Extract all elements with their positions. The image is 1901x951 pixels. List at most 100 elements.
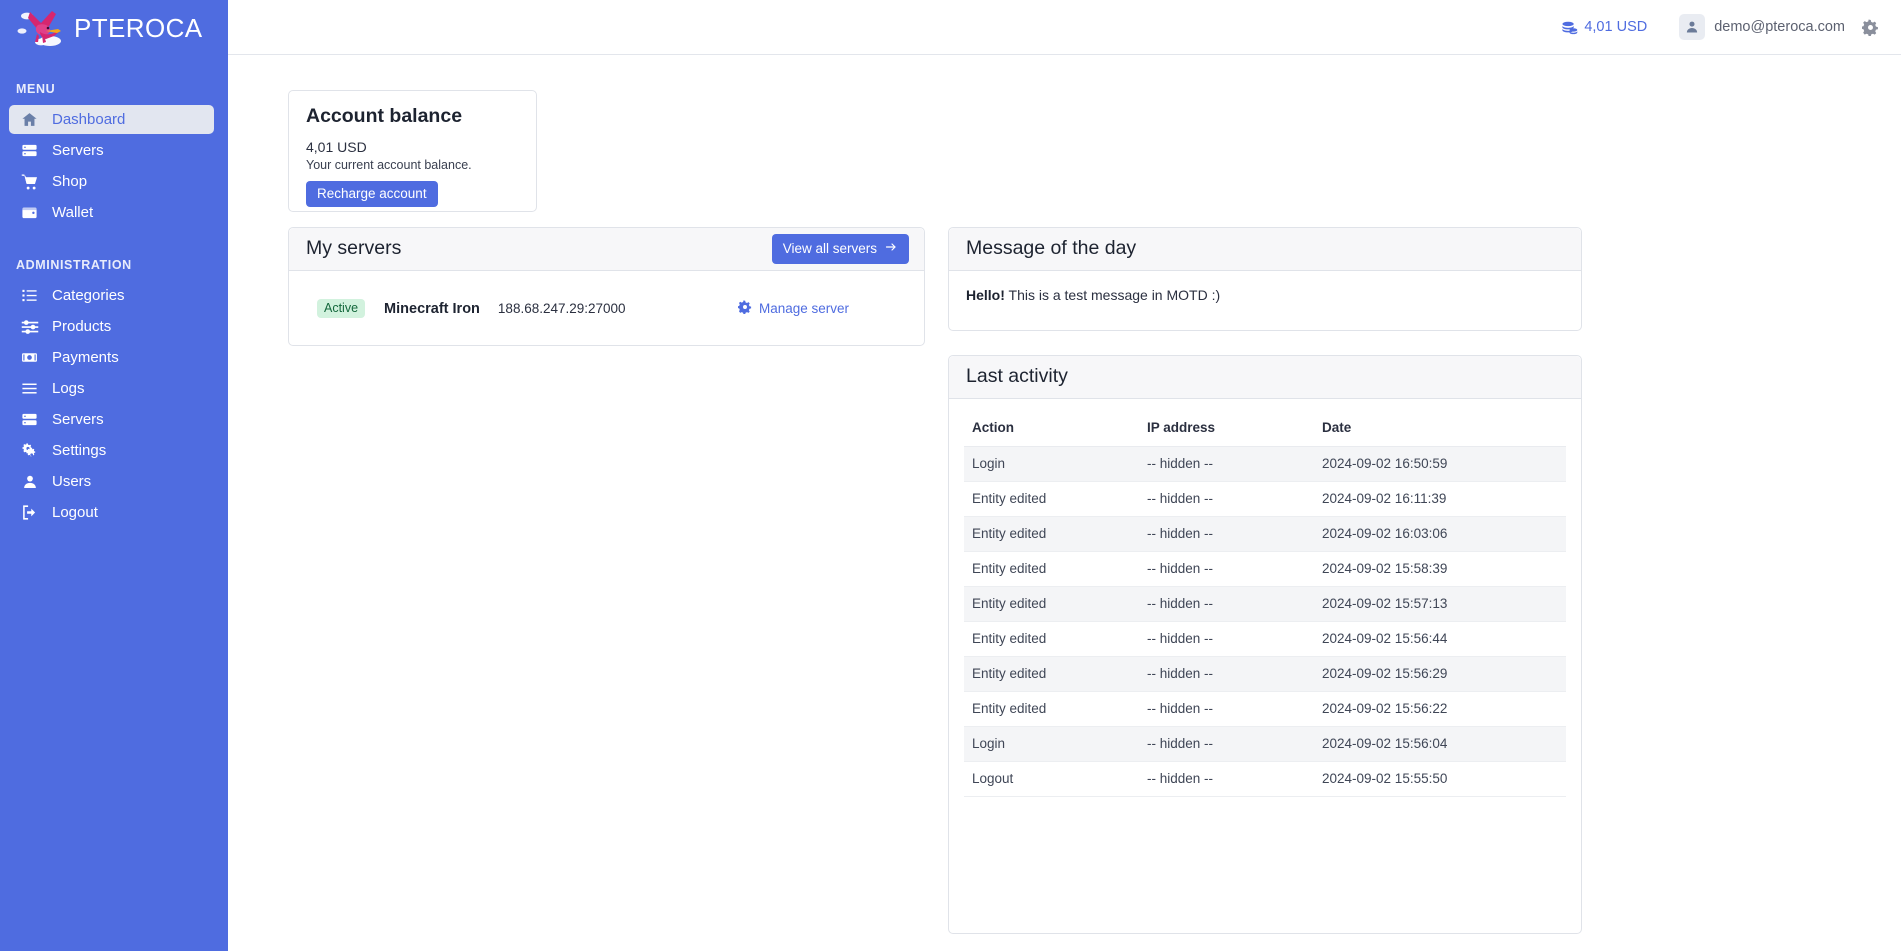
topbar-user[interactable]: demo@pteroca.com bbox=[1679, 14, 1845, 40]
sidebar-item-label: Shop bbox=[52, 173, 88, 190]
gear-icon[interactable] bbox=[1862, 18, 1879, 36]
gear-icon bbox=[737, 300, 752, 317]
sidebar-item-label: Wallet bbox=[52, 204, 94, 221]
motd-message-bold: Hello! bbox=[966, 287, 1005, 303]
sidebar-item-label: Logout bbox=[52, 504, 98, 521]
brand[interactable]: PTEROCA bbox=[0, 0, 228, 56]
server-icon bbox=[20, 410, 39, 429]
my-servers-card: My servers View all servers Active Minec… bbox=[288, 227, 925, 346]
table-row: Entity edited -- hidden -- 2024-09-02 16:0… bbox=[964, 516, 1566, 552]
sidebar-item-dashboard[interactable]: Dashboard bbox=[9, 105, 214, 134]
last-activity-title: Last activity bbox=[966, 365, 1068, 388]
cell-ip: -- hidden -- bbox=[1139, 586, 1314, 622]
sidebar-item-logs[interactable]: Logs bbox=[9, 374, 214, 403]
coins-icon bbox=[1561, 19, 1578, 36]
cell-action: Entity edited bbox=[964, 481, 1139, 517]
account-balance-card: Account balance 4,01 USD Your current ac… bbox=[288, 90, 537, 212]
status-badge: Active bbox=[317, 298, 366, 319]
topbar-balance-label: 4,01 USD bbox=[1584, 19, 1648, 35]
sidebar-item-admin-servers[interactable]: Servers bbox=[9, 405, 214, 434]
motd-message-rest: This is a test message in MOTD :) bbox=[1004, 287, 1221, 303]
my-servers-header: My servers View all servers bbox=[289, 228, 924, 271]
main-area: 4,01 USD demo@pteroca.com Account balanc… bbox=[228, 0, 1901, 951]
home-icon bbox=[20, 110, 39, 129]
column-header-action: Action bbox=[964, 412, 1139, 447]
sidebar-section-administration-label: ADMINISTRATION bbox=[16, 258, 132, 272]
cell-date: 2024-09-02 15:56:04 bbox=[1314, 726, 1566, 762]
cell-date: 2024-09-02 15:55:50 bbox=[1314, 761, 1566, 797]
sidebar-item-label: Payments bbox=[52, 349, 119, 366]
table-head: Action IP address Date bbox=[964, 412, 1566, 447]
sidebar-item-label: Servers bbox=[52, 411, 104, 428]
sidebar-item-label: Categories bbox=[52, 287, 125, 304]
app-root: PTEROCA MENU Dashboard Servers Shop Wall… bbox=[0, 0, 1901, 951]
user-icon bbox=[20, 472, 39, 491]
brand-name: PTEROCA bbox=[74, 13, 203, 43]
cell-action: Entity edited bbox=[964, 656, 1139, 692]
cell-action: Entity edited bbox=[964, 621, 1139, 657]
sidebar-item-payments[interactable]: Payments bbox=[9, 343, 214, 372]
sidebar-item-users[interactable]: Users bbox=[9, 467, 214, 496]
cell-ip: -- hidden -- bbox=[1139, 621, 1314, 657]
account-balance-description: Your current account balance. bbox=[306, 157, 472, 172]
cell-ip: -- hidden -- bbox=[1139, 481, 1314, 517]
sidebar-item-settings[interactable]: Settings bbox=[9, 436, 214, 465]
table-row: Entity edited -- hidden -- 2024-09-02 15:5… bbox=[964, 691, 1566, 727]
recharge-account-button[interactable]: Recharge account bbox=[306, 180, 438, 207]
topbar-balance[interactable]: 4,01 USD bbox=[1561, 19, 1647, 36]
sliders-icon bbox=[20, 317, 39, 336]
view-all-servers-label: View all servers bbox=[782, 240, 877, 256]
cell-date: 2024-09-02 16:03:06 bbox=[1314, 516, 1566, 552]
cell-action: Entity edited bbox=[964, 551, 1139, 587]
sidebar-item-wallet[interactable]: Wallet bbox=[9, 198, 214, 227]
cell-ip: -- hidden -- bbox=[1139, 551, 1314, 587]
sidebar-item-shop[interactable]: Shop bbox=[9, 167, 214, 196]
cell-ip: -- hidden -- bbox=[1139, 691, 1314, 727]
last-activity-table: Action IP address Date Login -- hidden --… bbox=[964, 412, 1566, 797]
sidebar-section-menu-label: MENU bbox=[16, 82, 56, 96]
server-list-item: Active Minecraft Iron 188.68.247.29:2700… bbox=[289, 271, 924, 346]
manage-server-label: Manage server bbox=[758, 301, 849, 316]
last-activity-body: Action IP address Date Login -- hidden --… bbox=[949, 399, 1581, 807]
cell-date: 2024-09-02 15:56:44 bbox=[1314, 621, 1566, 657]
manage-server-link[interactable]: Manage server bbox=[737, 300, 907, 317]
list-icon bbox=[20, 286, 39, 305]
sidebar-item-servers[interactable]: Servers bbox=[9, 136, 214, 165]
sidebar-item-products[interactable]: Products bbox=[9, 312, 214, 341]
cell-ip: -- hidden -- bbox=[1139, 656, 1314, 692]
cell-action: Entity edited bbox=[964, 586, 1139, 622]
logout-icon bbox=[20, 503, 39, 522]
avatar bbox=[1679, 14, 1706, 40]
motd-message: Hello! This is a test message in MOTD :) bbox=[966, 287, 1564, 303]
topbar: 4,01 USD demo@pteroca.com bbox=[228, 0, 1901, 55]
sidebar-item-label: Products bbox=[52, 318, 112, 335]
cell-date: 2024-09-02 15:56:29 bbox=[1314, 656, 1566, 692]
sidebar-item-categories[interactable]: Categories bbox=[9, 281, 214, 310]
cogs-icon bbox=[20, 441, 39, 460]
cell-action: Entity edited bbox=[964, 691, 1139, 727]
bars-icon bbox=[20, 379, 39, 398]
shopping-cart-icon bbox=[20, 172, 39, 191]
cell-date: 2024-09-02 16:11:39 bbox=[1314, 481, 1566, 517]
motd-header: Message of the day bbox=[949, 228, 1581, 271]
cell-ip: -- hidden -- bbox=[1139, 446, 1314, 482]
table-row: Entity edited -- hidden -- 2024-09-02 15:5… bbox=[964, 621, 1566, 657]
cell-ip: -- hidden -- bbox=[1139, 726, 1314, 762]
table-row: Entity edited -- hidden -- 2024-09-02 15:5… bbox=[964, 586, 1566, 622]
last-activity-card: Last activity Action IP address Date Log… bbox=[948, 355, 1582, 934]
sidebar-item-logout[interactable]: Logout bbox=[9, 498, 214, 527]
sidebar-item-label: Servers bbox=[52, 142, 104, 159]
account-balance-amount: 4,01 USD bbox=[306, 138, 367, 155]
view-all-servers-button[interactable]: View all servers bbox=[771, 234, 909, 264]
cell-date: 2024-09-02 16:50:59 bbox=[1314, 446, 1566, 482]
server-name: Minecraft Iron bbox=[384, 300, 480, 317]
sidebar: PTEROCA MENU Dashboard Servers Shop Wall… bbox=[0, 0, 228, 951]
arrow-right-icon bbox=[884, 241, 898, 256]
table-row: Login -- hidden -- 2024-09-02 15:56:04 bbox=[964, 726, 1566, 762]
server-icon bbox=[20, 141, 39, 160]
table-row: Entity edited -- hidden -- 2024-09-02 15:5… bbox=[964, 656, 1566, 692]
column-header-date: Date bbox=[1314, 412, 1566, 447]
cell-action: Logout bbox=[964, 761, 1139, 797]
table-header-row: Action IP address Date bbox=[964, 412, 1566, 447]
cell-ip: -- hidden -- bbox=[1139, 516, 1314, 552]
